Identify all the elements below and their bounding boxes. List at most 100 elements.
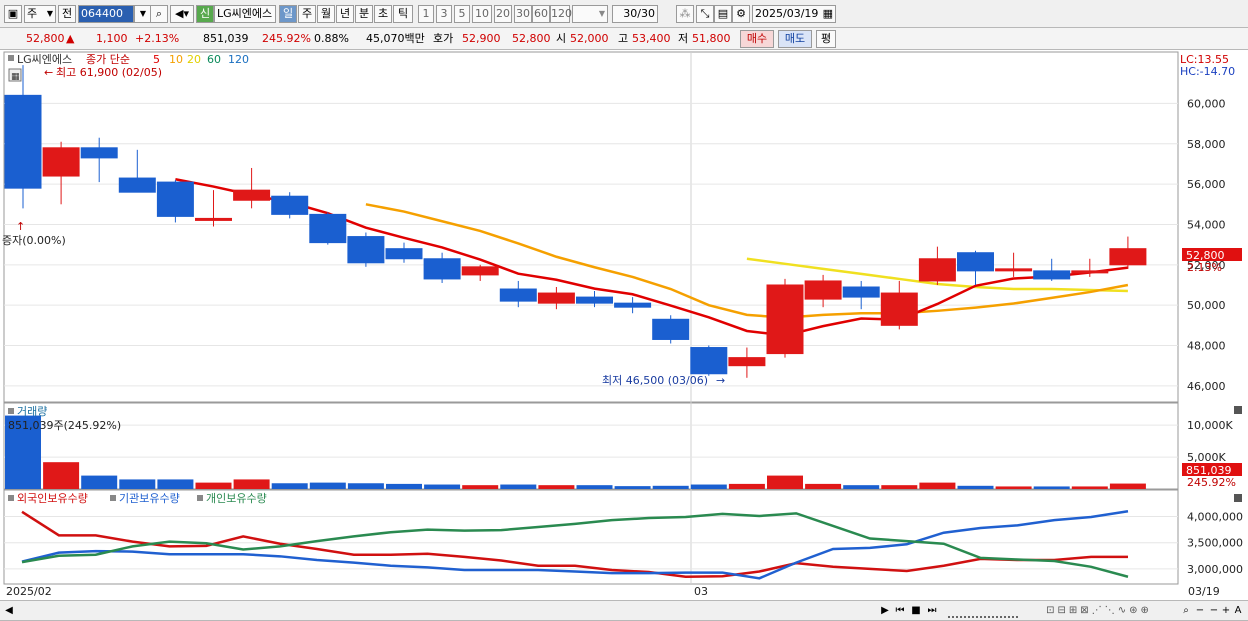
step-120[interactable]: 120 [550,5,572,23]
rewind-icon[interactable]: ⏮ [894,604,906,618]
candle-body[interactable] [995,268,1033,272]
tab-month[interactable]: 월 [317,5,335,23]
step-1[interactable]: 1 [418,5,434,23]
volume-bar[interactable] [843,485,880,489]
volume-bar[interactable] [690,484,727,489]
volume-bar[interactable] [462,485,499,489]
tab-day[interactable]: 일 [279,5,297,23]
candle-body[interactable] [385,248,423,260]
candle-body[interactable] [804,280,842,300]
play-icon[interactable]: ▶ [880,604,890,618]
stock-name-field[interactable]: LG씨엔에스 [214,5,276,23]
volume-bar[interactable] [157,479,194,489]
candle-body[interactable] [461,266,499,276]
volume-bar[interactable] [728,483,765,489]
tab-year[interactable]: 년 [336,5,354,23]
volume-bar[interactable] [805,483,842,489]
volume-bar[interactable] [119,479,156,489]
search-icon[interactable]: ⌕ [150,5,168,23]
step-60[interactable]: 60 [532,5,550,23]
tab-minute[interactable]: 분 [355,5,373,23]
stock-code-input[interactable]: 064400 [78,5,134,23]
candle-body[interactable] [423,258,461,280]
period-select[interactable]: 주 ▼ [24,5,56,23]
avg-button[interactable]: 평 [816,30,836,48]
candle-body[interactable] [233,189,271,201]
candle-body[interactable] [1033,270,1071,280]
font-size-icon[interactable]: A [1232,604,1244,618]
panel-close-icon[interactable] [1234,406,1242,414]
tab-tick[interactable]: 틱 [393,5,413,23]
count-input[interactable]: 30/30 [612,5,658,23]
volume-bar[interactable] [271,483,308,489]
magnifier-icon[interactable]: ⌕ [1180,604,1192,618]
volume-bar[interactable] [309,482,346,489]
candle-body[interactable] [309,213,347,244]
chart-area[interactable]: 46,000 48,000 50,000 52,000 54,000 56,000 58,0… [0,50,1248,600]
candle-body[interactable] [766,284,804,355]
step-20[interactable]: 20 [494,5,512,23]
step-5[interactable]: 5 [454,5,470,23]
candle-body[interactable] [118,177,156,193]
scroll-slider[interactable] [948,604,1018,618]
volume-bar[interactable] [1071,486,1108,489]
save-icon[interactable]: ▤ [714,5,732,23]
candle-body[interactable] [576,296,613,304]
volume-bar[interactable] [767,475,803,489]
drawing-tools-icon[interactable]: ⊡⊟⊞⊠⋰⋱∿⊛⊕ [1024,604,1174,618]
speaker-icon[interactable]: ◀▾ [170,5,194,23]
step-3[interactable]: 3 [436,5,452,23]
candle-body[interactable] [42,147,80,177]
candle-body[interactable] [690,347,728,375]
volume-bar[interactable] [881,485,918,489]
stop-icon[interactable]: ■ [910,604,922,618]
window-icon[interactable]: ▣ [4,5,22,23]
calendar-icon[interactable]: ▦ [823,6,833,22]
candle-body[interactable] [918,258,956,282]
candle-body[interactable] [842,286,880,298]
buy-button[interactable]: 매수 [740,30,774,48]
volume-bar[interactable] [652,485,689,489]
draw-tool-icon[interactable]: ⤡ [696,5,714,23]
candle-body[interactable] [957,252,994,272]
candle-body[interactable] [80,147,118,159]
panel-close-icon[interactable] [1234,494,1242,502]
scroll-left-icon[interactable]: ◀ [4,604,14,618]
candle-body[interactable] [499,288,537,302]
volume-bar[interactable] [614,486,651,489]
candle-body[interactable] [880,292,918,326]
candle-body[interactable] [4,94,42,189]
step-30[interactable]: 30 [514,5,532,23]
volume-bar[interactable] [919,482,956,489]
zoom-in-icon[interactable]: + [1220,604,1232,618]
zoom-icon[interactable]: ⁂ [676,5,694,23]
volume-bar[interactable] [195,482,232,489]
sell-button[interactable]: 매도 [778,30,812,48]
volume-bar[interactable] [538,485,575,489]
candle-body[interactable] [614,302,652,308]
zoom-out-icon[interactable]: − [1194,604,1206,618]
step-10[interactable]: 10 [472,5,492,23]
candle-body[interactable] [195,217,232,221]
candle-body[interactable] [347,236,385,264]
candle-body[interactable] [271,195,309,215]
volume-bar[interactable] [43,462,80,489]
candle-body[interactable] [156,181,194,217]
volume-bar[interactable] [386,483,422,489]
volume-bar[interactable] [1033,486,1070,489]
gear-icon[interactable]: ⚙ [732,5,750,23]
volume-bar[interactable] [424,484,461,489]
tab-week[interactable]: 주 [298,5,316,23]
volume-bar[interactable] [81,475,118,489]
volume-bar[interactable] [995,486,1032,489]
volume-bar[interactable] [1109,483,1146,489]
candle-body[interactable] [652,318,690,340]
volume-bar[interactable] [500,484,537,489]
volume-bar[interactable] [347,483,384,489]
minus-icon[interactable]: − [1208,604,1220,618]
tab-second[interactable]: 초 [374,5,392,23]
stock-chart-svg[interactable]: 46,00048,00050,00052,00054,00056,00058,0… [0,50,1248,600]
prev-button[interactable]: 전 [58,5,76,23]
candle-body[interactable] [537,292,575,304]
candle-body[interactable] [1071,270,1109,274]
